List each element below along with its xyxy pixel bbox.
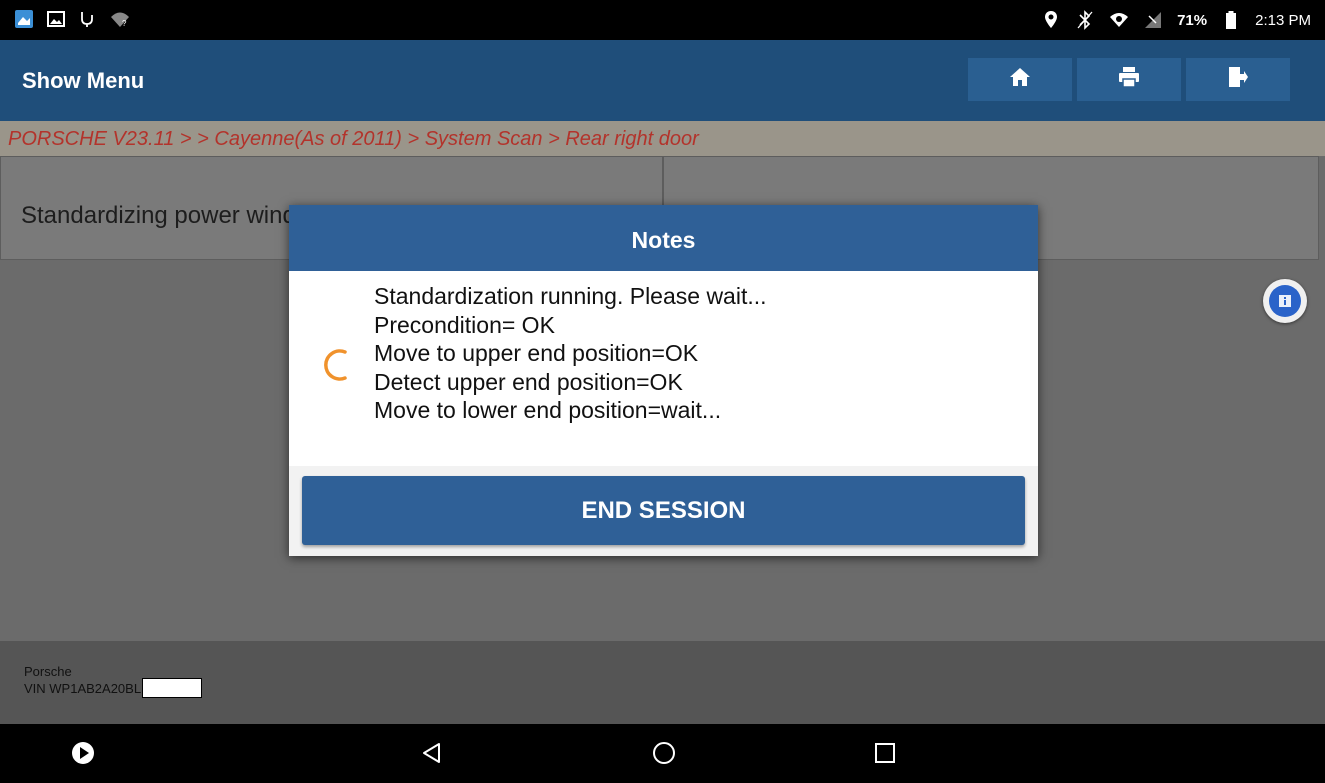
image-icon <box>46 9 66 29</box>
location-icon <box>1041 10 1061 30</box>
print-icon <box>1118 66 1140 93</box>
page-title: Show Menu <box>22 68 145 93</box>
back-icon <box>421 742 443 769</box>
end-session-button[interactable]: END SESSION <box>302 476 1025 545</box>
usb-icon <box>78 9 98 29</box>
dialog-header: Notes <box>289 205 1038 271</box>
exit-button[interactable] <box>1186 58 1290 101</box>
wifi-question-icon: ? <box>110 9 130 29</box>
breadcrumb: PORSCHE V23.11 > > Cayenne(As of 2011) >… <box>0 121 1325 156</box>
home-icon <box>1009 67 1031 92</box>
status-bar: ? 71% 2:13 PM <box>0 0 1325 40</box>
message-line: Move to upper end position=OK <box>374 340 699 367</box>
play-button[interactable] <box>66 738 100 772</box>
notes-dialog: Notes Standardization running. Please wa… <box>289 205 1038 556</box>
message-line: Detect upper end position=OK <box>374 368 683 395</box>
vehicle-info-footer: Porsche VIN WP1AB2A20BL <box>0 641 1325 724</box>
svg-text:?: ? <box>122 19 127 28</box>
battery-icon <box>1221 10 1241 30</box>
vin-redaction <box>142 678 203 698</box>
wifi-icon <box>1109 10 1129 30</box>
status-left-icons: ? <box>14 9 130 29</box>
home-button[interactable] <box>968 58 1072 101</box>
bluetooth-icon <box>1075 10 1095 30</box>
status-right: 71% 2:13 PM <box>1041 10 1311 30</box>
system-nav-bar <box>0 724 1325 783</box>
no-signal-icon <box>1143 10 1163 30</box>
battery-percent: 71% <box>1177 11 1208 29</box>
dialog-message: Standardization running. Please wait... … <box>374 282 767 425</box>
breadcrumb-text: PORSCHE V23.11 > > Cayenne(As of 2011) >… <box>8 128 699 150</box>
vehicle-make: Porsche <box>24 664 72 679</box>
floating-info-button[interactable] <box>1263 279 1307 323</box>
home-circle-icon <box>652 741 676 770</box>
app-icon <box>14 9 34 29</box>
play-icon <box>71 741 95 770</box>
dialog-body: Standardization running. Please wait... … <box>289 271 1038 466</box>
back-button[interactable] <box>415 738 449 772</box>
print-button[interactable] <box>1077 58 1181 101</box>
vin-text: VIN WP1AB2A20BL <box>24 680 142 696</box>
recents-square-icon <box>874 742 896 769</box>
message-line: Standardization running. Please wait... <box>374 283 767 309</box>
message-line: Precondition= OK <box>374 311 555 338</box>
home-nav-button[interactable] <box>647 738 681 772</box>
recents-button[interactable] <box>868 738 902 772</box>
vehicle-vin: VIN WP1AB2A20BL <box>24 678 203 698</box>
exit-icon <box>1227 66 1249 93</box>
app-header: Show Menu <box>0 40 1325 121</box>
message-line: Move to lower end position=wait... <box>374 397 722 424</box>
clock: 2:13 PM <box>1255 11 1311 29</box>
loading-spinner-icon <box>321 347 357 383</box>
dialog-title: Notes <box>631 227 696 253</box>
info-icon <box>1269 285 1301 317</box>
